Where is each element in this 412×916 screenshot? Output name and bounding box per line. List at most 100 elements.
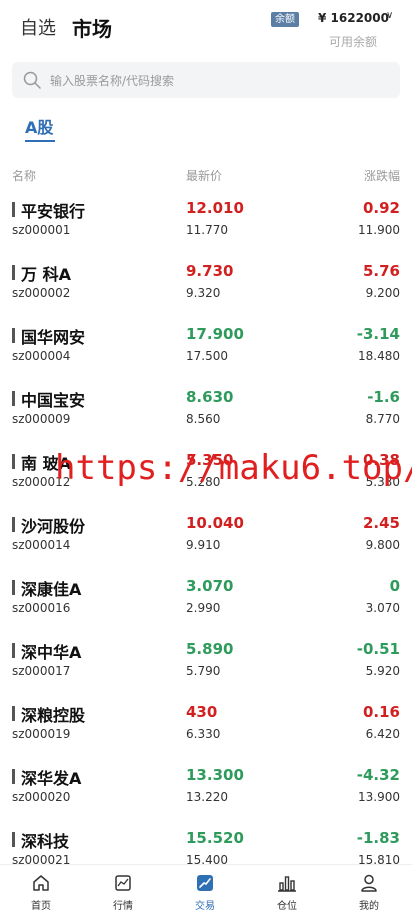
row-marker (12, 706, 15, 721)
bottom-tab-bar: 首页 行情 交易 仓位 我的 (0, 864, 412, 916)
column-header-change: 涨跌幅 (363, 169, 400, 183)
stock-ref-price: 5.920 (365, 664, 400, 678)
stock-prev-close: 9.910 (186, 538, 221, 552)
row-marker (12, 517, 15, 532)
tab-position[interactable]: 仓位 (246, 865, 328, 916)
stock-prev-close: 13.220 (186, 790, 228, 804)
row-marker (12, 580, 15, 595)
stock-ref-price: 8.770 (365, 412, 400, 426)
stock-prev-close: 6.330 (186, 727, 221, 741)
column-header-name: 名称 (12, 169, 37, 183)
stock-name: 深粮控股 (21, 706, 86, 725)
stock-code: sz000020 (12, 790, 71, 804)
stock-prev-close: 5.280 (186, 475, 221, 489)
position-icon (278, 876, 296, 892)
stock-price: 8.630 (186, 388, 234, 406)
tab-label: 交易 (195, 901, 215, 912)
stock-name: 南 玻A (21, 454, 71, 473)
stock-code: sz000009 (12, 412, 71, 426)
stock-row[interactable]: 深康佳A sz000016 3.070 2.990 0 3.070 (0, 566, 412, 629)
stock-price: 5.350 (186, 451, 234, 469)
stock-ref-price: 13.900 (358, 790, 400, 804)
stock-prev-close: 15.400 (186, 853, 228, 864)
stock-change: 0.16 (362, 703, 400, 721)
stock-ref-price: 5.330 (365, 475, 400, 489)
column-header-price: 最新价 (186, 169, 223, 183)
stock-name: 沙河股份 (21, 517, 86, 536)
stock-row[interactable]: 国华网安 sz000004 17.900 17.500 -3.14 18.480 (0, 314, 412, 377)
search-icon (23, 71, 41, 89)
stock-row[interactable]: 万 科A sz000002 9.730 9.320 5.76 9.200 (0, 251, 412, 314)
stock-name: 深华发A (21, 769, 82, 788)
stock-code: sz000001 (12, 223, 71, 237)
tab-profile[interactable]: 我的 (328, 865, 410, 916)
stock-change: 0 (389, 577, 400, 595)
stock-ref-price: 9.800 (365, 538, 400, 552)
chevron-down-icon[interactable]: ∨ (386, 10, 393, 21)
stock-code: sz000016 (12, 601, 71, 615)
stock-ref-price: 18.480 (358, 349, 400, 363)
header: 自选 市场 余额 ¥ 1622000 ∨ 可用余额 (0, 0, 412, 56)
stock-change: 0.38 (362, 451, 400, 469)
tab-label: 仓位 (277, 901, 297, 912)
stock-price: 5.890 (186, 640, 234, 658)
row-marker (12, 454, 15, 469)
search-placeholder: 输入股票名称/代码搜索 (50, 74, 175, 88)
stock-change: 2.45 (362, 514, 400, 532)
user-icon (361, 874, 377, 892)
stock-prev-close: 5.790 (186, 664, 221, 678)
tab-trade[interactable]: 交易 (164, 865, 246, 916)
tab-watchlist[interactable]: 自选 (20, 14, 56, 40)
stock-row[interactable]: 平安银行 sz000001 12.010 11.770 0.92 11.900 (0, 188, 412, 251)
stock-code: sz000004 (12, 349, 71, 363)
stock-change: -0.51 (356, 640, 400, 658)
stock-name: 深科技 (21, 832, 70, 851)
tab-market[interactable]: 市场 (72, 13, 112, 42)
stock-change: -4.32 (356, 766, 400, 784)
stock-name: 深康佳A (21, 580, 82, 599)
stock-change: -3.14 (356, 325, 400, 343)
search-input[interactable]: 输入股票名称/代码搜索 (12, 62, 400, 98)
stock-prev-close: 17.500 (186, 349, 228, 363)
tab-label: 我的 (359, 901, 379, 912)
stock-prev-close: 11.770 (186, 223, 228, 237)
stock-price: 13.300 (186, 766, 244, 784)
stock-price: 10.040 (186, 514, 244, 532)
stock-name: 万 科A (21, 265, 71, 284)
stock-row[interactable]: 深华发A sz000020 13.300 13.220 -4.32 13.900 (0, 755, 412, 818)
balance-amount: ¥ 1622000 (318, 11, 389, 25)
stock-prev-close: 9.320 (186, 286, 221, 300)
tab-home[interactable]: 首页 (0, 865, 82, 916)
stock-name: 深中华A (21, 643, 82, 662)
stock-list[interactable]: 平安银行 sz000001 12.010 11.770 0.92 11.900 万 科A sz… (0, 188, 412, 864)
stock-row[interactable]: 深粮控股 sz000019 430 6.330 0.16 6.420 (0, 692, 412, 755)
tab-a-shares[interactable]: A股 (25, 114, 53, 138)
stock-prev-close: 8.560 (186, 412, 221, 426)
stock-price: 430 (186, 703, 218, 721)
trade-icon (197, 875, 213, 891)
stock-change: -1.6 (367, 388, 400, 406)
stock-ref-price: 6.420 (365, 727, 400, 741)
row-marker (12, 202, 15, 217)
row-marker (12, 391, 15, 406)
stock-ref-price: 9.200 (365, 286, 400, 300)
row-marker (12, 265, 15, 280)
stock-change: 5.76 (362, 262, 400, 280)
stock-name: 中国宝安 (21, 391, 86, 410)
stock-price: 3.070 (186, 577, 234, 595)
tab-quotes[interactable]: 行情 (82, 865, 164, 916)
tab-underline (25, 140, 55, 142)
stock-change: -1.83 (356, 829, 400, 847)
stock-code: sz000012 (12, 475, 71, 489)
stock-price: 9.730 (186, 262, 234, 280)
stock-price: 17.900 (186, 325, 244, 343)
stock-row[interactable]: 南 玻A sz000012 5.350 5.280 0.38 5.330 (0, 440, 412, 503)
stock-row[interactable]: 沙河股份 sz000014 10.040 9.910 2.45 9.800 (0, 503, 412, 566)
stock-row[interactable]: 深中华A sz000017 5.890 5.790 -0.51 5.920 (0, 629, 412, 692)
home-icon (33, 875, 49, 891)
stock-row[interactable]: 中国宝安 sz000009 8.630 8.560 -1.6 8.770 (0, 377, 412, 440)
stock-row[interactable]: 深科技 sz000021 15.520 15.400 -1.83 15.810 (0, 818, 412, 864)
row-marker (12, 832, 15, 847)
row-marker (12, 643, 15, 658)
balance-badge: 余额 (271, 12, 299, 27)
